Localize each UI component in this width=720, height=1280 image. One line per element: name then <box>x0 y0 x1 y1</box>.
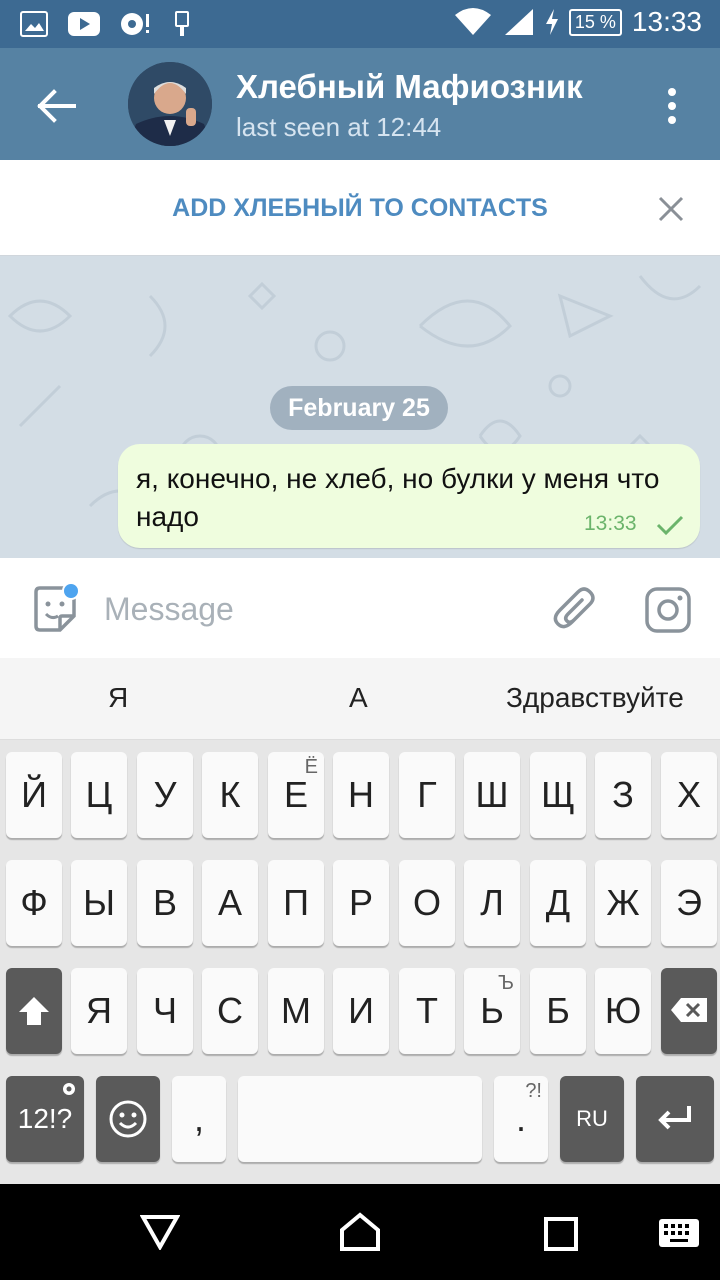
key-11[interactable]: Х <box>661 752 717 838</box>
key-3[interactable]: У <box>137 752 193 838</box>
key-16[interactable]: П <box>268 860 324 946</box>
message-time: 13:33 <box>584 512 637 535</box>
enter-key[interactable] <box>636 1076 714 1162</box>
key-29[interactable]: ЬЪ <box>464 968 520 1054</box>
key-30[interactable]: Б <box>530 968 586 1054</box>
key-23[interactable]: Я <box>71 968 127 1054</box>
key-31[interactable]: Ю <box>595 968 651 1054</box>
nav-back-icon[interactable] <box>140 1214 180 1250</box>
battery-level: 15 % <box>568 8 622 36</box>
key-27[interactable]: И <box>333 968 389 1054</box>
enter-icon <box>658 1106 691 1130</box>
chat-area[interactable]: February 25 я, конечно, не хлеб, но булк… <box>0 256 720 558</box>
camera-icon[interactable] <box>644 586 692 634</box>
shift-key[interactable] <box>6 968 62 1054</box>
key-29-alt: Ъ <box>498 972 514 994</box>
paperclip-icon[interactable] <box>552 586 600 634</box>
check-icon <box>656 515 684 536</box>
key-5[interactable]: ЕЁ <box>268 752 324 838</box>
key-20[interactable]: Д <box>530 860 586 946</box>
avatar[interactable] <box>128 62 212 146</box>
chat-title[interactable]: Хлебный Мафиозник <box>236 68 583 106</box>
backspace-icon <box>671 998 707 1022</box>
key-15[interactable]: А <box>202 860 258 946</box>
arrow-left-icon[interactable] <box>32 86 80 126</box>
sticker-badge-dot <box>62 582 80 600</box>
key-6[interactable]: Н <box>333 752 389 838</box>
nav-home-icon[interactable] <box>338 1212 382 1252</box>
wifi-icon <box>454 8 491 35</box>
key-12[interactable]: Ф <box>6 860 62 946</box>
key-28[interactable]: Т <box>399 968 455 1054</box>
key-1[interactable]: Й <box>6 752 62 838</box>
key-9[interactable]: Щ <box>530 752 586 838</box>
emoji-key[interactable] <box>96 1076 160 1162</box>
on-screen-keyboard: Й Ц У К ЕЁ Н Г Ш Щ З Х Ф Ы В А П Р О Л Д… <box>0 740 720 1184</box>
keyboard-suggestions: Я А Здравствуйте <box>0 658 720 740</box>
period-key[interactable]: .?! <box>494 1076 548 1162</box>
system-icons: 15 % 13:33 <box>453 6 702 38</box>
nav-recents-icon[interactable] <box>543 1216 579 1252</box>
symbols-key-label: 12!? <box>17 1103 73 1134</box>
key-17[interactable]: Р <box>333 860 389 946</box>
suggestion-2[interactable]: А <box>349 682 368 714</box>
record-notification-icon <box>121 13 149 35</box>
keyboard-switch-icon[interactable] <box>658 1218 700 1248</box>
status-bar: 15 % 13:33 <box>0 0 720 48</box>
youtube-notification-icon <box>68 12 100 36</box>
key-25[interactable]: С <box>202 968 258 1054</box>
key-10[interactable]: З <box>595 752 651 838</box>
gear-icon <box>63 1083 75 1095</box>
smiley-icon <box>109 1100 147 1138</box>
period-key-alt: ?! <box>525 1080 542 1102</box>
backspace-key[interactable] <box>661 968 717 1054</box>
add-contact-bar: ADD ХЛЕБНЫЙ TO CONTACTS <box>0 160 720 256</box>
suggestion-1[interactable]: Я <box>108 682 128 714</box>
key-8[interactable]: Ш <box>464 752 520 838</box>
outgoing-message[interactable]: я, конечно, не хлеб, но булки у меня что… <box>118 444 700 548</box>
key-18[interactable]: О <box>399 860 455 946</box>
notification-icons <box>20 10 192 38</box>
key-21[interactable]: Ж <box>595 860 651 946</box>
composer-bar <box>0 558 720 658</box>
symbols-key[interactable]: 12!? <box>6 1076 84 1162</box>
key-22[interactable]: Э <box>661 860 717 946</box>
date-separator: February 25 <box>270 386 448 430</box>
usb-notification-icon <box>175 11 189 36</box>
key-14[interactable]: В <box>137 860 193 946</box>
key-4[interactable]: К <box>202 752 258 838</box>
avatar-image <box>128 62 212 146</box>
key-5-alt: Ё <box>304 756 318 778</box>
key-26[interactable]: М <box>268 968 324 1054</box>
signal-icon <box>504 9 533 35</box>
key-13[interactable]: Ы <box>71 860 127 946</box>
chat-header: Хлебный Мафиозник last seen at 12:44 <box>0 48 720 160</box>
image-notification-icon <box>20 11 48 37</box>
clock: 13:33 <box>631 6 702 37</box>
key-2[interactable]: Ц <box>71 752 127 838</box>
add-contact-button[interactable]: ADD ХЛЕБНЫЙ TO CONTACTS <box>0 194 720 223</box>
key-19[interactable]: Л <box>464 860 520 946</box>
system-nav-bar <box>0 1184 720 1280</box>
key-24[interactable]: Ч <box>137 968 193 1054</box>
message-input[interactable] <box>104 584 524 634</box>
key-7[interactable]: Г <box>399 752 455 838</box>
shift-icon <box>19 997 49 1025</box>
comma-key[interactable]: , <box>172 1076 226 1162</box>
suggestion-3[interactable]: Здравствуйте <box>506 682 684 714</box>
more-vert-icon[interactable] <box>660 86 684 126</box>
space-key[interactable] <box>238 1076 482 1162</box>
charging-icon <box>545 9 558 35</box>
language-key[interactable]: RU <box>560 1076 624 1162</box>
close-icon[interactable] <box>656 194 686 224</box>
last-seen-status: last seen at 12:44 <box>236 112 442 142</box>
